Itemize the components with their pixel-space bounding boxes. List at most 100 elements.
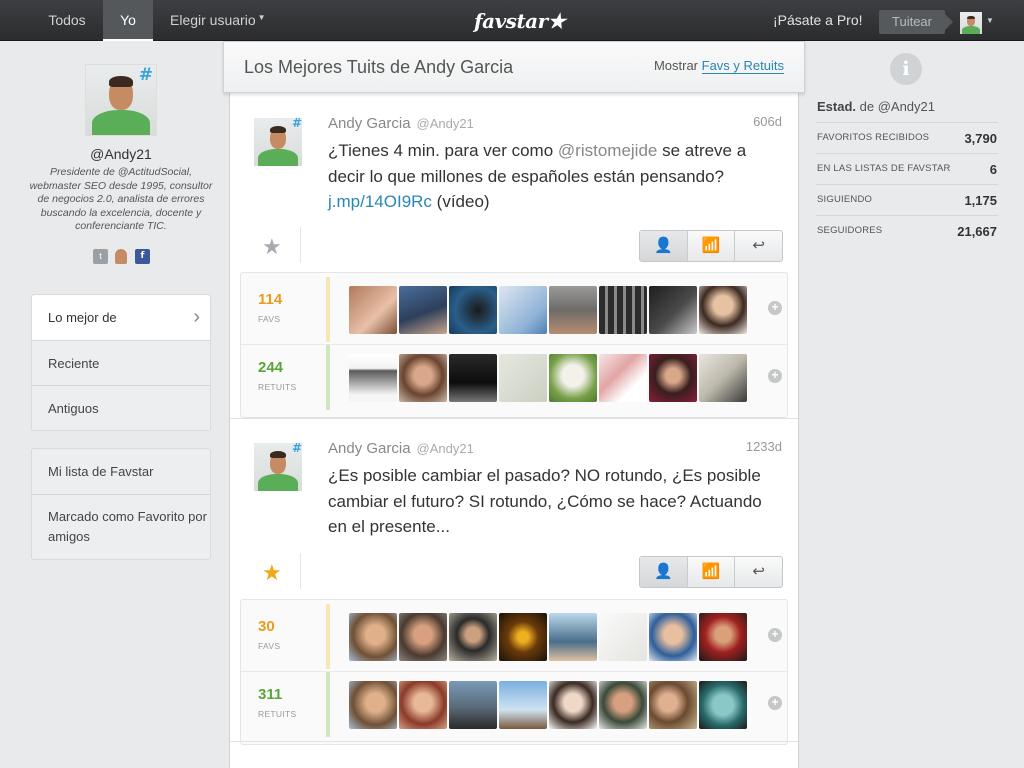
user-thumb[interactable] [549,681,597,729]
url-link[interactable]: j.mp/14OI9Rc [328,192,432,211]
facebook-icon[interactable]: f [134,249,150,265]
user-thumb[interactable] [499,613,547,661]
tweet-author[interactable]: Andy Garcia @Andy21 [328,440,474,457]
plus-icon[interactable]: + [768,301,782,315]
stat-label: FAVORITOS RECIBIDOS [817,132,930,143]
user-avatar[interactable] [960,12,982,34]
menu-item-marcado-por-amigos[interactable]: Marcado como Favorito por amigos [32,494,210,559]
user-thumb[interactable] [599,681,647,729]
bar-chart-icon[interactable]: 📶 [686,557,735,587]
user-thumb[interactable] [549,613,597,661]
menu-item-reciente[interactable]: Reciente [32,340,210,385]
user-thumb[interactable] [699,286,747,334]
retuit-users [349,681,747,729]
avatar-icon[interactable] [115,249,128,265]
tuitear-button[interactable]: Tuitear [879,10,953,34]
user-thumb[interactable] [649,286,697,334]
timeline-header: Los Mejores Tuits de Andy Garcia Mostrar… [223,41,805,93]
user-thumb[interactable] [549,286,597,334]
info-icon[interactable]: i [890,53,922,85]
plus-icon[interactable]: + [768,628,782,642]
nav-todos[interactable]: Todos [32,0,102,41]
tweet-avatar[interactable]: # [254,118,302,166]
user-thumb[interactable] [399,354,447,402]
tweet-age[interactable]: 1233d [746,439,782,454]
menu-item-lo-mejor-de[interactable]: Lo mejor de › [32,295,210,340]
user-thumb[interactable] [699,613,747,661]
user-icon[interactable]: 👤 [640,557,687,587]
user-thumb[interactable] [699,681,747,729]
user-thumb[interactable] [649,354,697,402]
user-thumb[interactable] [499,354,547,402]
user-thumb[interactable] [349,286,397,334]
tweet-card: # Andy Garcia @Andy21 606d ¿Tienes 4 min.… [230,94,798,418]
stat-value: 6 [989,162,997,177]
favs-count[interactable]: 30 [258,618,275,635]
user-thumb[interactable] [349,613,397,661]
stat-row[interactable]: EN LAS LISTAS DE FAVSTAR 6 [816,153,998,184]
user-icon[interactable]: 👤 [640,231,687,261]
user-thumb[interactable] [449,613,497,661]
favs-retuits-link[interactable]: Favs y Retuits [701,58,784,74]
retuits-label: RETUITS [258,709,297,719]
retuits-count[interactable]: 311 [258,686,282,703]
author-username: @Andy21 [416,116,474,131]
plus-icon[interactable]: + [768,696,782,710]
twitter-icon[interactable]: t [93,249,108,265]
user-thumb[interactable] [399,613,447,661]
stat-row[interactable]: FAVORITOS RECIBIDOS 3,790 [816,122,998,153]
user-thumb[interactable] [449,681,497,729]
user-thumb[interactable] [649,681,697,729]
menu-item-antiguos[interactable]: Antiguos [32,385,210,430]
favs-label: FAVS [258,641,281,651]
reply-icon[interactable]: ↩ [734,557,782,587]
tweet-text-part: (vídeo) [431,192,490,211]
nav-yo[interactable]: Yo [103,0,153,41]
go-pro-link[interactable]: ¡Pásate a Pro! [773,0,863,41]
stats-title-bold: Estad. [817,99,857,114]
favs-label: FAVS [258,314,281,324]
menu-item-mi-lista[interactable]: Mi lista de Favstar [32,449,210,494]
user-thumb[interactable] [399,681,447,729]
user-thumb[interactable] [649,613,697,661]
tweet-actions: 👤 📶 ↩ [639,230,783,262]
reply-icon[interactable]: ↩ [734,231,782,261]
mention-link[interactable]: @ristomejide [558,141,657,160]
retuits-row: 311 RETUITS + [241,671,787,737]
stat-value: 21,667 [957,224,997,239]
tweet-text: ¿Tienes 4 min. para ver como @ristomejid… [328,138,768,215]
retuits-count[interactable]: 244 [258,359,283,376]
favs-row: 114 FAVS + [241,277,787,342]
user-thumb[interactable] [349,681,397,729]
user-thumb[interactable] [449,286,497,334]
user-thumb[interactable] [549,354,597,402]
profile-handle: @Andy21 [90,146,152,162]
user-thumb[interactable] [599,613,647,661]
favs-count[interactable]: 114 [258,291,282,308]
tweet-author[interactable]: Andy Garcia @Andy21 [328,115,474,132]
stat-row[interactable]: SEGUIDORES 21,667 [816,215,998,246]
bar-chart-icon[interactable]: 📶 [686,231,735,261]
caret-down-icon[interactable]: ▼ [986,16,994,25]
stat-row[interactable]: SIGUIENDO 1,175 [816,184,998,215]
star-icon[interactable]: ★ [262,560,282,586]
star-icon[interactable]: ★ [262,234,282,260]
tweet-avatar[interactable]: # [254,443,302,491]
user-thumb[interactable] [699,354,747,402]
user-thumb[interactable] [449,354,497,402]
user-thumb[interactable] [499,681,547,729]
tweet-age[interactable]: 606d [753,114,782,129]
user-thumb[interactable] [499,286,547,334]
favstar-logo[interactable]: favstar★ [474,9,566,33]
nav-elegir-usuario[interactable]: Elegir usuario ▼ [170,0,266,41]
user-thumb[interactable] [349,354,397,402]
user-thumb[interactable] [399,286,447,334]
stat-label: EN LAS LISTAS DE FAVSTAR [817,163,951,174]
user-thumb[interactable] [599,354,647,402]
chevron-right-icon: › [193,306,200,328]
author-username: @Andy21 [416,441,474,456]
plus-icon[interactable]: + [768,369,782,383]
user-thumb[interactable] [599,286,647,334]
stats-list: FAVORITOS RECIBIDOS 3,790 EN LAS LISTAS D… [816,122,998,246]
stat-label: SIGUIENDO [817,194,873,205]
